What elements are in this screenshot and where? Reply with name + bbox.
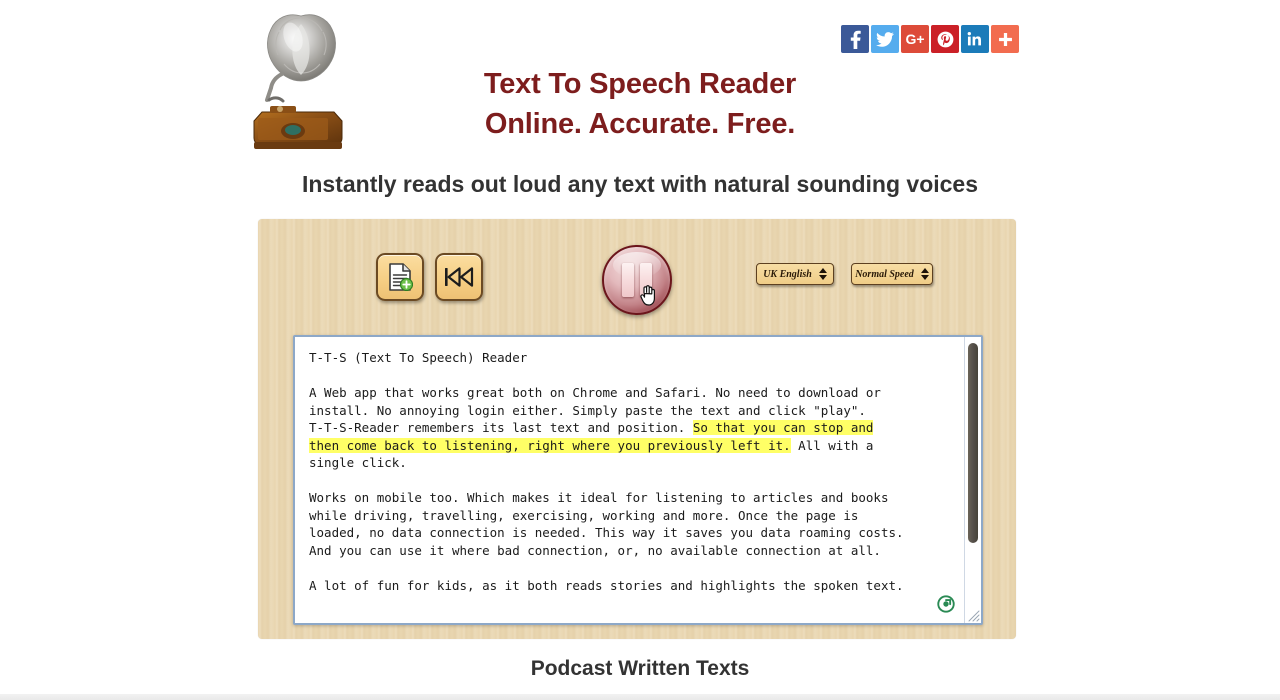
play-pause-button[interactable] [602,245,672,315]
rewind-button[interactable] [435,253,483,301]
text-area[interactable]: T-T-S (Text To Speech) Reader A Web app … [293,335,983,625]
text-area-content[interactable]: T-T-S (Text To Speech) Reader A Web app … [295,337,950,623]
footer-divider [0,694,1280,700]
twitter-icon [876,31,894,47]
facebook-icon [850,30,861,49]
page-subtitle: Online. Accurate. Free. [484,108,796,140]
pinterest-icon [937,31,953,47]
text-area-scroll-thumb[interactable] [968,343,978,543]
voice-select-value: UK English [763,268,812,280]
chevron-updown-icon [818,268,827,280]
page-title: Text To Speech Reader [483,68,797,100]
share-twitter-button[interactable] [871,25,899,53]
chevron-updown-icon [920,268,929,280]
linkedin-icon [967,31,981,46]
text-area-scrollbar[interactable] [964,337,981,623]
footer-heading: Podcast Written Texts [530,657,750,680]
new-document-button[interactable] [376,253,424,301]
plus-icon [998,32,1012,46]
grammarly-icon[interactable] [937,595,955,613]
google-plus-icon: G+ [905,31,925,47]
share-google-plus-button[interactable]: G+ [901,25,929,53]
rewind-icon [445,267,474,287]
voice-select[interactable]: UK English [756,263,834,285]
resize-handle-icon[interactable] [967,609,980,622]
player-panel: UK English Normal Speed T-T-S (Text To S… [258,219,1016,639]
speed-select[interactable]: Normal Speed [851,263,933,285]
plain-text: All with a single click. Works on mobile… [309,437,904,593]
new-document-icon [389,263,413,291]
share-addthis-button[interactable] [991,25,1019,53]
social-share-bar: G+ [841,25,1019,53]
speed-select-value: Normal Speed [855,268,914,280]
share-facebook-button[interactable] [841,25,869,53]
share-pinterest-button[interactable] [931,25,959,53]
share-linkedin-button[interactable] [961,25,989,53]
pause-icon [622,263,652,297]
tagline: Instantly reads out loud any text with n… [301,171,979,197]
